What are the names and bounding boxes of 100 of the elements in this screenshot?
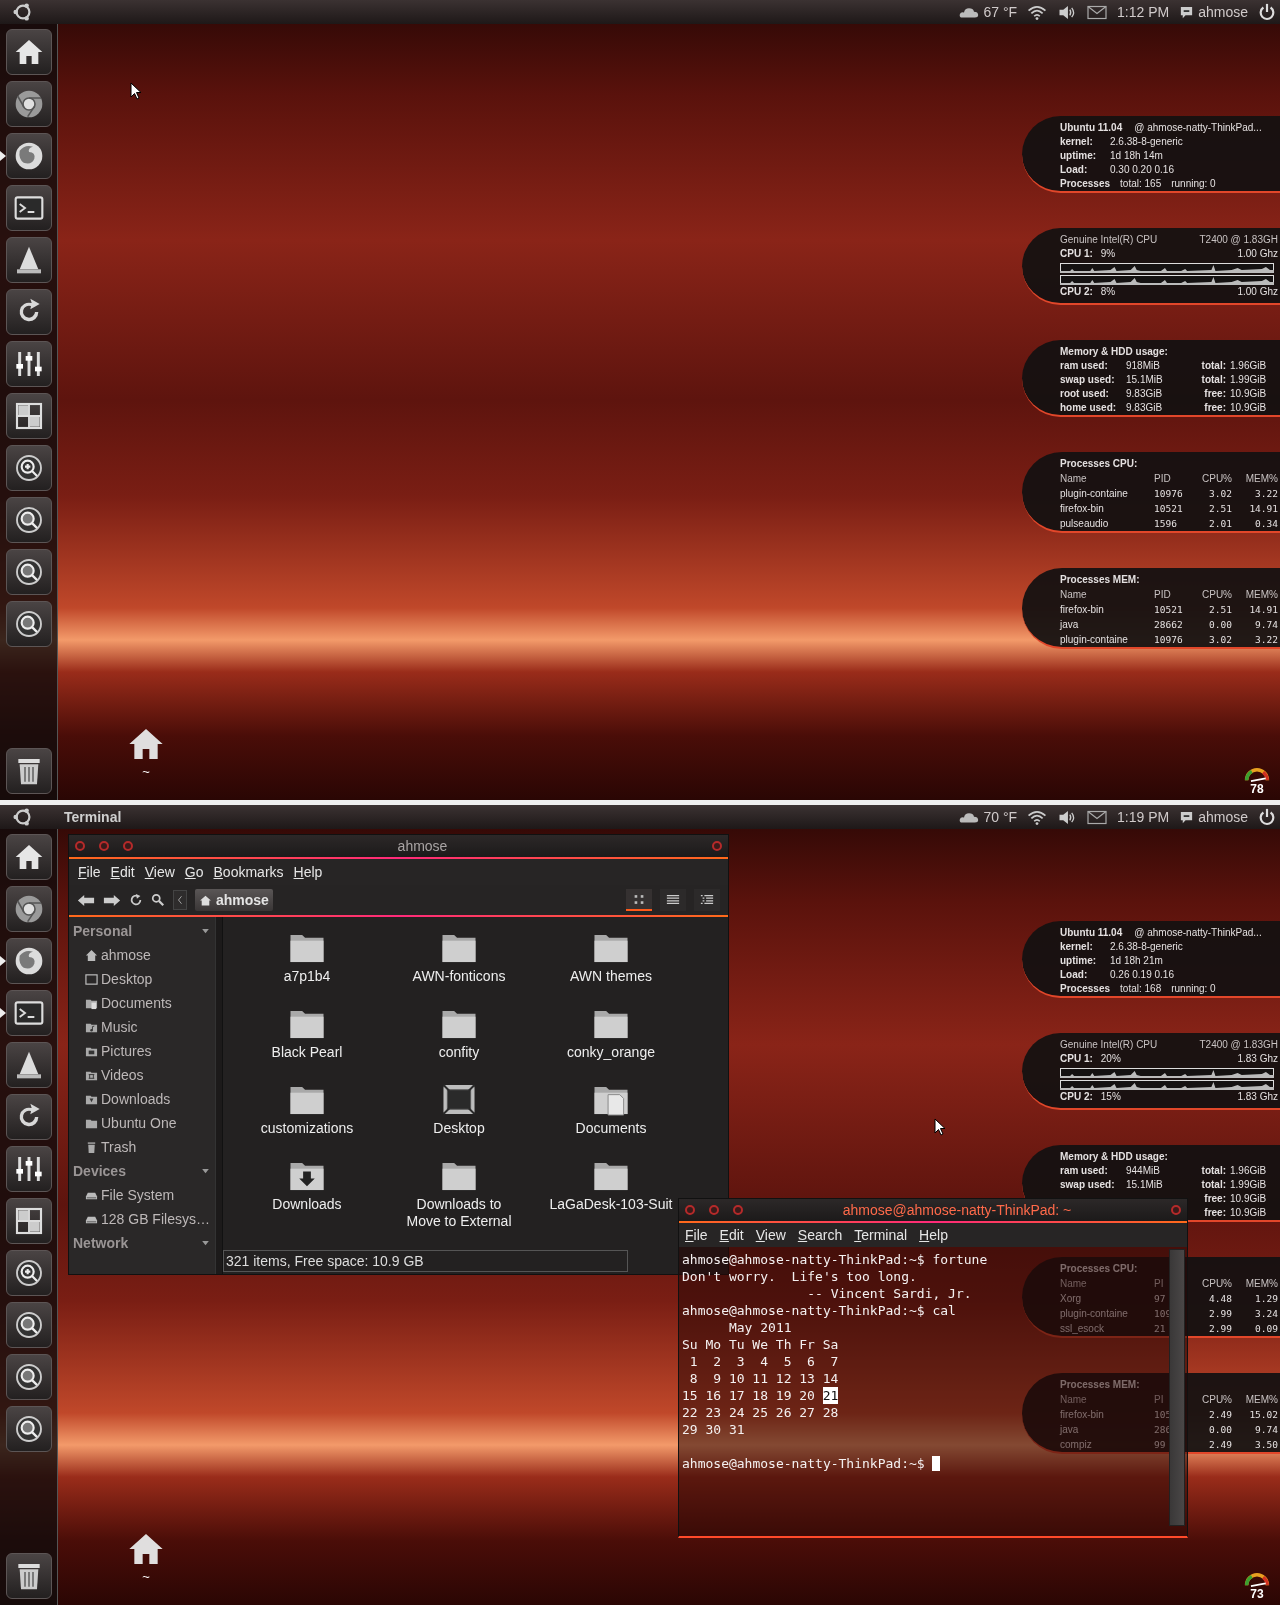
window-control-button[interactable] xyxy=(75,841,85,851)
folder-item[interactable]: confity xyxy=(438,1007,480,1061)
folder-item[interactable]: Black Pearl xyxy=(271,1007,343,1061)
envelope-icon[interactable] xyxy=(1087,809,1108,825)
sidebar-heading[interactable]: Network xyxy=(73,1235,129,1251)
envelope-icon[interactable] xyxy=(1087,4,1108,20)
launcher-button[interactable] xyxy=(5,237,52,283)
menu-item[interactable]: File xyxy=(78,864,101,880)
launcher-button[interactable] xyxy=(5,549,52,595)
menu-item[interactable]: Bookmarks xyxy=(213,864,284,880)
launcher-button[interactable] xyxy=(5,1354,52,1400)
launcher-button[interactable] xyxy=(5,1406,52,1452)
sidebar-item[interactable]: Ubuntu One xyxy=(69,1111,215,1135)
view-mode-button[interactable] xyxy=(694,889,720,911)
launcher-button[interactable] xyxy=(5,393,52,439)
folder-item[interactable]: a7p1b4 xyxy=(283,931,331,985)
folder-item[interactable]: Downloads xyxy=(272,1159,342,1213)
menu-item[interactable]: Terminal xyxy=(854,1227,908,1243)
menu-item[interactable]: Edit xyxy=(719,1227,744,1243)
trash-button[interactable] xyxy=(5,1553,52,1599)
clock-indicator[interactable]: 1:12 PM xyxy=(1117,4,1170,20)
clock-indicator[interactable]: 1:19 PM xyxy=(1117,809,1170,825)
weather-indicator[interactable]: 70 °F xyxy=(959,809,1018,825)
usage-label: total: xyxy=(1200,1164,1226,1178)
launcher-button[interactable] xyxy=(5,133,52,179)
power-icon[interactable] xyxy=(1258,3,1276,21)
weather-indicator[interactable]: 67 °F xyxy=(959,4,1018,20)
window-control-button[interactable] xyxy=(1171,1205,1181,1215)
caret-icon[interactable] xyxy=(202,1240,209,1246)
menu-item[interactable]: Edit xyxy=(110,864,135,880)
window-control-button[interactable] xyxy=(709,1205,719,1215)
search-icon[interactable] xyxy=(151,893,165,907)
trash-button[interactable] xyxy=(5,748,52,794)
user-menu[interactable]: ahmose xyxy=(1179,4,1248,20)
user-menu[interactable]: ahmose xyxy=(1179,809,1248,825)
sidebar-item[interactable]: Trash xyxy=(69,1135,215,1159)
view-mode-button[interactable] xyxy=(626,889,652,911)
launcher-button[interactable] xyxy=(5,834,52,880)
wifi-icon[interactable] xyxy=(1027,809,1048,825)
scrollbar[interactable] xyxy=(1169,1249,1185,1526)
sidebar-heading[interactable]: Personal xyxy=(73,923,133,939)
launcher-button[interactable] xyxy=(5,1094,52,1140)
window-control-button[interactable] xyxy=(733,1205,743,1215)
back-arrow-icon[interactable] xyxy=(77,893,95,907)
power-icon[interactable] xyxy=(1258,808,1276,826)
menu-item[interactable]: Go xyxy=(184,864,204,880)
folder-item[interactable]: AWN-fonticons xyxy=(412,931,506,985)
wifi-icon[interactable] xyxy=(1027,4,1048,20)
window-control-button[interactable] xyxy=(712,841,722,851)
launcher-button[interactable] xyxy=(5,341,52,387)
caret-icon[interactable] xyxy=(202,1168,209,1174)
menu-item[interactable]: View xyxy=(755,1227,786,1243)
menu-item[interactable]: Help xyxy=(293,864,323,880)
sidebar-item[interactable]: Music xyxy=(69,1015,215,1039)
menu-item[interactable]: File xyxy=(685,1227,708,1243)
launcher-button[interactable] xyxy=(5,1302,52,1348)
launcher-button[interactable] xyxy=(5,1146,52,1192)
folder-item[interactable]: Documents xyxy=(575,1083,647,1137)
caret-icon[interactable] xyxy=(202,928,209,934)
menu-item[interactable]: Help xyxy=(919,1227,948,1243)
launcher-button[interactable] xyxy=(5,497,52,543)
desktop-icon-label[interactable]: ~ xyxy=(142,1569,150,1584)
launcher-button[interactable] xyxy=(5,938,52,984)
launcher-button[interactable] xyxy=(5,185,52,231)
launcher-button[interactable] xyxy=(5,990,52,1036)
forward-arrow-icon[interactable] xyxy=(103,893,121,907)
window-control-button[interactable] xyxy=(123,841,133,851)
launcher-button[interactable] xyxy=(5,289,52,335)
folder-item[interactable]: LaGaDesk-103-Suit xyxy=(549,1159,673,1213)
menu-item[interactable]: View xyxy=(144,864,175,880)
launcher-button[interactable] xyxy=(5,601,52,647)
folder-item[interactable]: customizations xyxy=(260,1083,354,1137)
folder-item[interactable]: AWN themes xyxy=(570,931,652,985)
sidebar-item[interactable]: Documents xyxy=(69,991,215,1015)
menu-item[interactable]: Search xyxy=(797,1227,843,1243)
view-mode-button[interactable] xyxy=(660,889,686,911)
sidebar-item[interactable]: Videos xyxy=(69,1063,215,1087)
launcher-button[interactable] xyxy=(5,1198,52,1244)
sidebar-item[interactable]: Desktop xyxy=(69,967,215,991)
sidebar-item[interactable]: 128 GB Filesys… xyxy=(69,1207,215,1231)
sidebar-heading[interactable]: Devices xyxy=(73,1163,126,1179)
desktop-icon-label[interactable]: ~ xyxy=(142,764,150,779)
window-control-button[interactable] xyxy=(99,841,109,851)
path-back-button[interactable] xyxy=(173,890,187,910)
launcher-button[interactable] xyxy=(5,1042,52,1088)
sidebar-item[interactable]: Pictures xyxy=(69,1039,215,1063)
path-button[interactable]: ahmose xyxy=(195,889,273,911)
launcher-button[interactable] xyxy=(5,29,52,75)
folder-item[interactable]: conky_orange xyxy=(567,1007,655,1061)
reload-icon[interactable] xyxy=(129,893,143,907)
launcher-button[interactable] xyxy=(5,1250,52,1296)
launcher-button[interactable] xyxy=(5,445,52,491)
sidebar-item[interactable]: ahmose xyxy=(69,943,215,967)
window-control-button[interactable] xyxy=(685,1205,695,1215)
folder-item[interactable]: Downloads to Move to External xyxy=(400,1159,518,1230)
launcher-button[interactable] xyxy=(5,886,52,932)
sidebar-item[interactable]: File System xyxy=(69,1183,215,1207)
launcher-button[interactable] xyxy=(5,81,52,127)
sidebar-item[interactable]: Downloads xyxy=(69,1087,215,1111)
folder-item[interactable]: Desktop xyxy=(433,1083,485,1137)
